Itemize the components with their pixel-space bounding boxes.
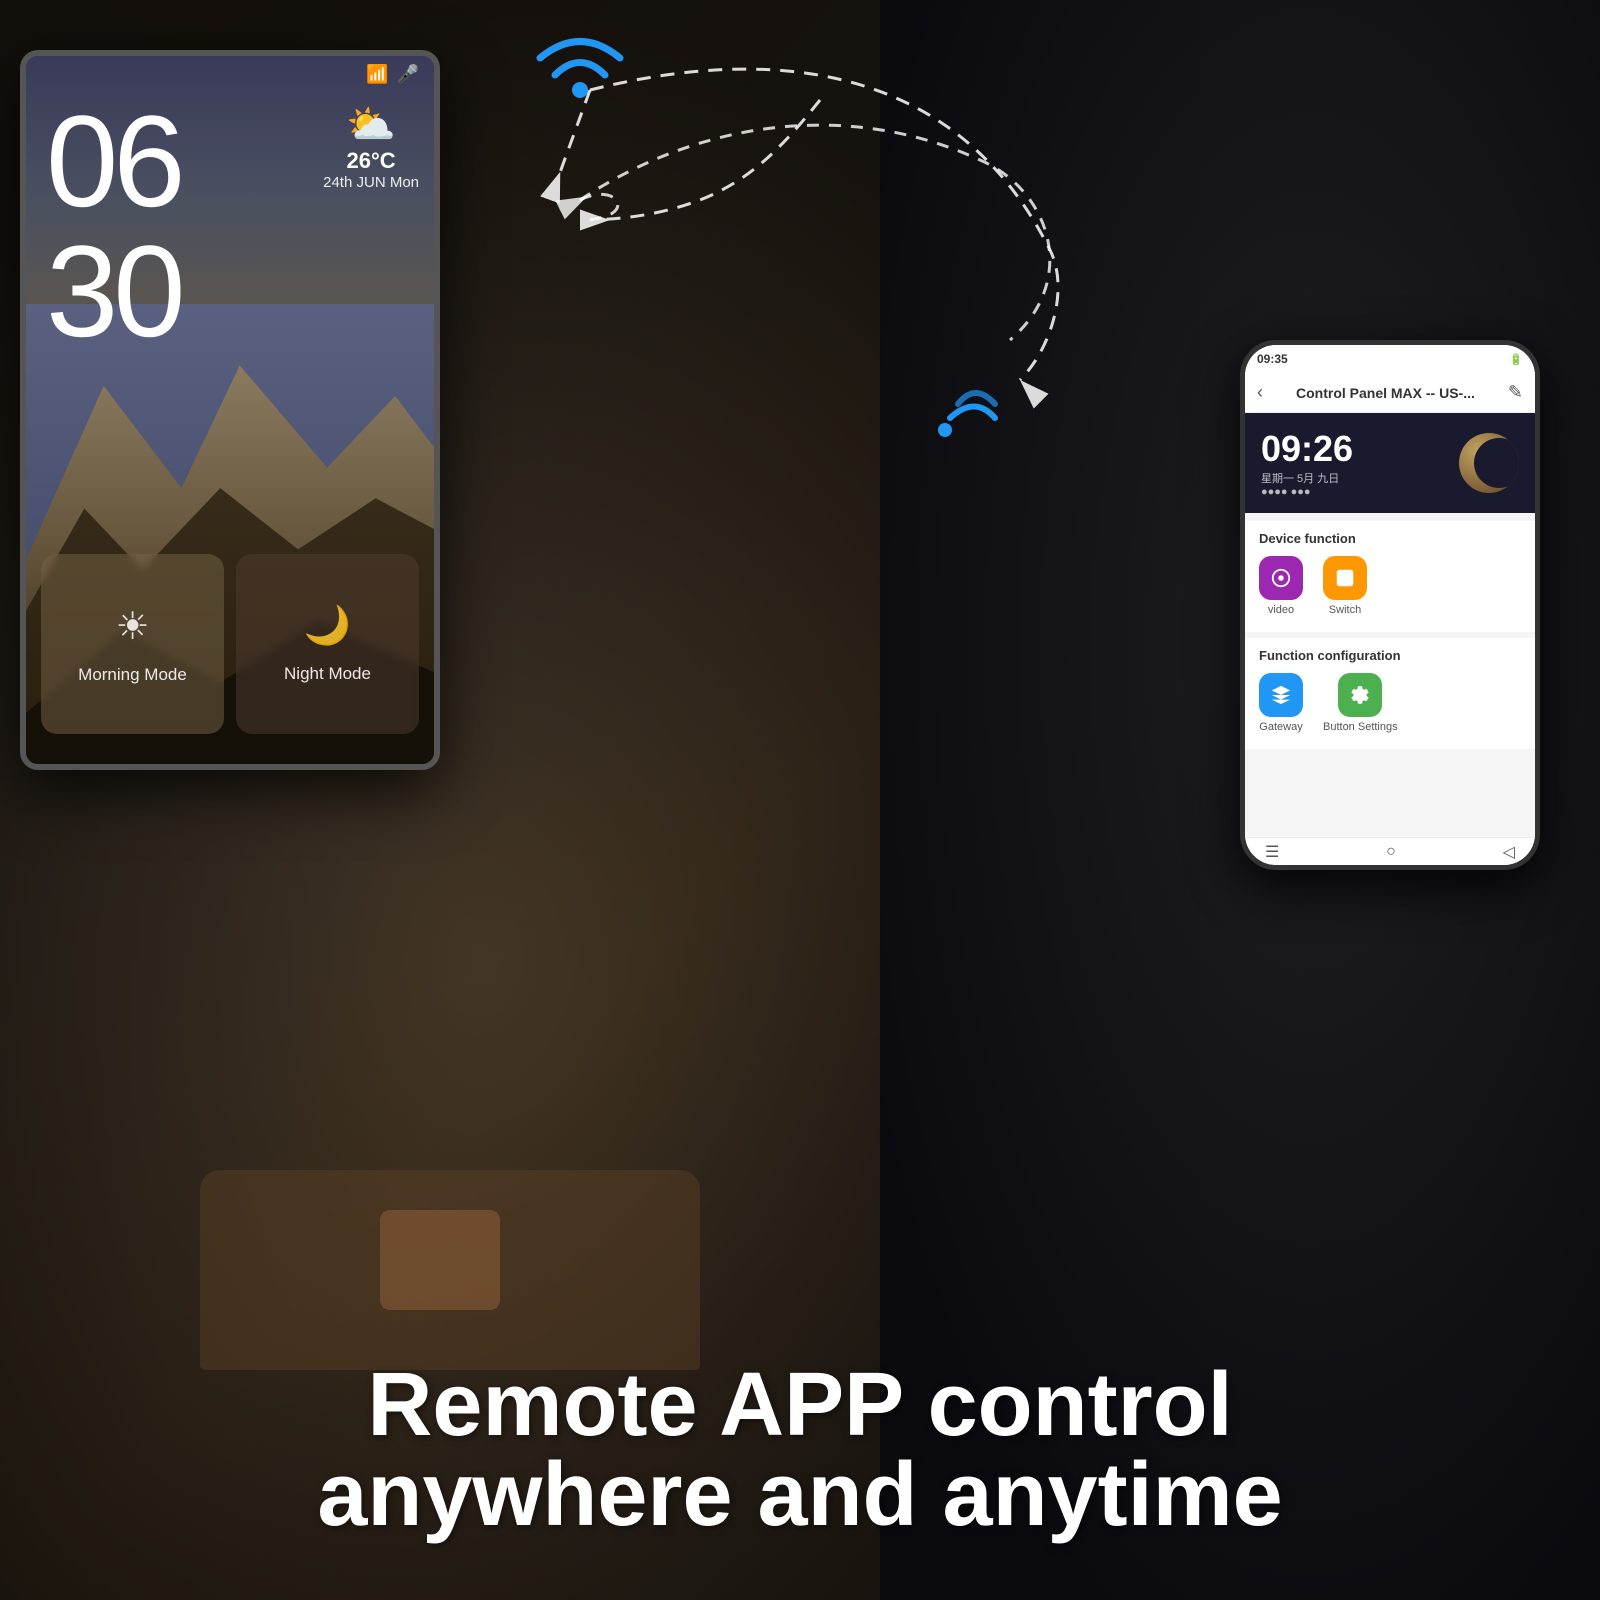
phone-clock-widget: 09:26 星期一 5月 九日 ●●●● ●●● (1245, 413, 1535, 513)
nav-back[interactable]: ◁ (1503, 842, 1515, 862)
device-function-title: Device function (1259, 531, 1521, 546)
tablet-mic-icon: 🎤 (397, 64, 419, 85)
button-settings-icon (1338, 673, 1382, 717)
phone-clock-left: 09:26 星期一 5月 九日 ●●●● ●●● (1261, 428, 1353, 498)
wifi-signal-phone (930, 370, 1020, 455)
switch-icon (1323, 556, 1367, 600)
morning-icon: ☀ (115, 604, 149, 649)
tablet-clock: 06 30 (46, 96, 181, 356)
weather-widget: ⛅ 26°C 24th JUN Mon (323, 101, 419, 191)
back-button[interactable]: ‹ (1257, 382, 1263, 403)
phone: 09:35 🔋 ‹ Control Panel MAX -- US-... ✎ … (1240, 340, 1540, 870)
night-label: Night Mode (284, 664, 371, 684)
morning-mode-tile[interactable]: ☀ Morning Mode (41, 554, 224, 734)
nav-menu[interactable]: ☰ (1265, 842, 1279, 862)
nav-home[interactable]: ○ (1386, 843, 1396, 861)
phone-title: Control Panel MAX -- US-... (1296, 385, 1475, 401)
edit-button[interactable]: ✎ (1508, 382, 1523, 403)
phone-clock-time: 09:26 (1261, 428, 1353, 470)
weather-icon: ⛅ (323, 101, 419, 148)
night-icon: 🌙 (304, 604, 351, 648)
phone-header: ‹ Control Panel MAX -- US-... ✎ (1245, 373, 1535, 413)
video-icon (1259, 556, 1303, 600)
battery-icon: 🔋 (1509, 353, 1523, 366)
weather-date: 24th JUN Mon (323, 174, 419, 191)
switch-item[interactable]: Switch (1323, 556, 1367, 616)
morning-label: Morning Mode (78, 665, 187, 685)
bottom-line2: anywhere and anytime (40, 1450, 1560, 1540)
function-config-section: Function configuration Gateway (1245, 638, 1535, 749)
phone-nav-bar: ☰ ○ ◁ (1245, 837, 1535, 865)
button-settings-item[interactable]: Button Settings (1323, 673, 1398, 733)
pillow (380, 1210, 500, 1310)
video-item[interactable]: video (1259, 556, 1303, 616)
tablet-body: 📶 🎤 06 30 ⛅ 26°C 24th JUN Mon ☀ Morning … (20, 50, 440, 770)
wifi-signal-top (530, 20, 630, 115)
phone-status-time: 09:35 (1257, 352, 1288, 366)
phone-clock-date2: ●●●● ●●● (1261, 486, 1353, 498)
function-config-icons: Gateway Button Settings (1259, 673, 1521, 743)
phone-moon-image (1459, 433, 1519, 493)
phone-clock-date: 星期一 5月 九日 (1261, 470, 1353, 486)
gateway-label: Gateway (1259, 721, 1302, 733)
tablet: 📶 🎤 06 30 ⛅ 26°C 24th JUN Mon ☀ Morning … (20, 50, 500, 830)
tablet-wifi-icon: 📶 (366, 64, 388, 85)
switch-label: Switch (1329, 604, 1361, 616)
tablet-minute: 30 (46, 226, 181, 356)
phone-status-bar: 09:35 🔋 (1245, 345, 1535, 373)
function-config-title: Function configuration (1259, 648, 1521, 663)
phone-body: 09:35 🔋 ‹ Control Panel MAX -- US-... ✎ … (1240, 340, 1540, 870)
button-settings-label: Button Settings (1323, 721, 1398, 733)
night-mode-tile[interactable]: 🌙 Night Mode (236, 554, 419, 734)
device-function-section: Device function video (1245, 521, 1535, 632)
phone-status-icons: 🔋 (1509, 353, 1523, 366)
phone-screen: 09:35 🔋 ‹ Control Panel MAX -- US-... ✎ … (1245, 345, 1535, 865)
bottom-text-area: Remote APP control anywhere and anytime (0, 1360, 1600, 1540)
mode-tiles: ☀ Morning Mode 🌙 Night Mode (41, 554, 419, 734)
bottom-line1: Remote APP control (40, 1360, 1560, 1450)
device-function-icons: video Switch (1259, 556, 1521, 626)
gateway-icon (1259, 673, 1303, 717)
tablet-status-bar: 📶 🎤 (366, 64, 419, 85)
phone-content: 09:26 星期一 5月 九日 ●●●● ●●● Device function (1245, 413, 1535, 837)
weather-temp: 26°C (323, 148, 419, 174)
video-label: video (1268, 604, 1294, 616)
tablet-hour: 06 (46, 96, 181, 226)
tablet-screen: 📶 🎤 06 30 ⛅ 26°C 24th JUN Mon ☀ Morning … (26, 56, 434, 764)
gateway-item[interactable]: Gateway (1259, 673, 1303, 733)
